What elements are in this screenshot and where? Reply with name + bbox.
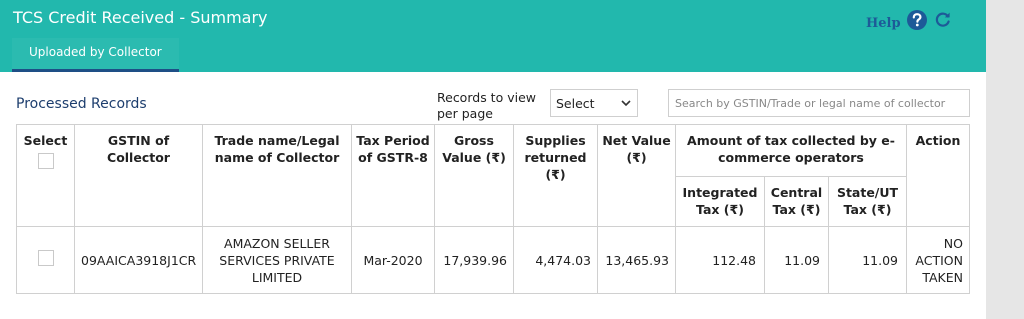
help-link[interactable]: Help <box>866 16 901 31</box>
trade-name-cell: AMAZON SELLER SERVICES PRIVATE LIMITED <box>202 226 352 294</box>
page-header: TCS Credit Received - Summary Help Uploa… <box>0 0 986 72</box>
select-column-header: Select <box>16 124 75 227</box>
gstin-cell: 09AAICA3918J1CR <box>74 226 203 294</box>
gstin-header: GSTIN of Collector <box>74 124 203 227</box>
section-title: Processed Records <box>16 96 147 112</box>
supplies-returned-cell: 4,474.03 <box>513 226 598 294</box>
tax-period-header: Tax Period of GSTR-8 <box>351 124 435 227</box>
records-per-page-label: Records to view per page <box>437 90 536 121</box>
integrated-tax-header: Integrated Tax (₹) <box>675 176 765 227</box>
chevron-down-icon <box>621 100 631 107</box>
summary-panel: TCS Credit Received - Summary Help Uploa… <box>0 0 986 319</box>
amount-tax-header: Amount of tax collected by e-commerce op… <box>675 124 907 177</box>
table-row: 09AAICA3918J1CR AMAZON SELLER SERVICES P… <box>16 226 970 294</box>
tax-period-cell: Mar-2020 <box>351 226 435 294</box>
central-tax-cell: 11.09 <box>764 226 829 294</box>
action-header: Action <box>906 124 970 227</box>
central-tax-header: Central Tax (₹) <box>764 176 829 227</box>
action-cell: NO ACTION TAKEN <box>906 226 970 294</box>
page-title: TCS Credit Received - Summary <box>13 8 268 27</box>
select-all-checkbox[interactable] <box>37 153 54 169</box>
supplies-returned-header: Supplies returned (₹) <box>513 124 598 227</box>
records-per-page-value: Select <box>556 96 595 111</box>
net-value-header: Net Value (₹) <box>597 124 676 227</box>
row-checkbox[interactable] <box>37 250 54 266</box>
help-circle-icon[interactable] <box>906 9 928 31</box>
records-table: Select GSTIN of Collector Trade name/Leg… <box>16 124 970 294</box>
net-value-cell: 13,465.93 <box>597 226 676 294</box>
search-input[interactable] <box>668 89 970 117</box>
refresh-icon[interactable] <box>934 10 952 28</box>
select-header-label: Select <box>23 133 68 148</box>
integrated-tax-cell: 112.48 <box>675 226 765 294</box>
tab-label: Uploaded by Collector <box>29 45 162 59</box>
trade-name-header: Trade name/Legal name of Collector <box>202 124 352 227</box>
row-select-cell <box>16 226 75 294</box>
tab-uploaded-by-collector[interactable]: Uploaded by Collector <box>12 38 179 72</box>
records-per-page-select[interactable]: Select <box>550 89 638 117</box>
table-header-row: Select GSTIN of Collector Trade name/Leg… <box>16 124 970 227</box>
gross-value-cell: 17,939.96 <box>434 226 514 294</box>
gross-value-header: Gross Value (₹) <box>434 124 514 227</box>
state-ut-tax-cell: 11.09 <box>828 226 907 294</box>
state-ut-tax-header: State/UT Tax (₹) <box>828 176 907 227</box>
